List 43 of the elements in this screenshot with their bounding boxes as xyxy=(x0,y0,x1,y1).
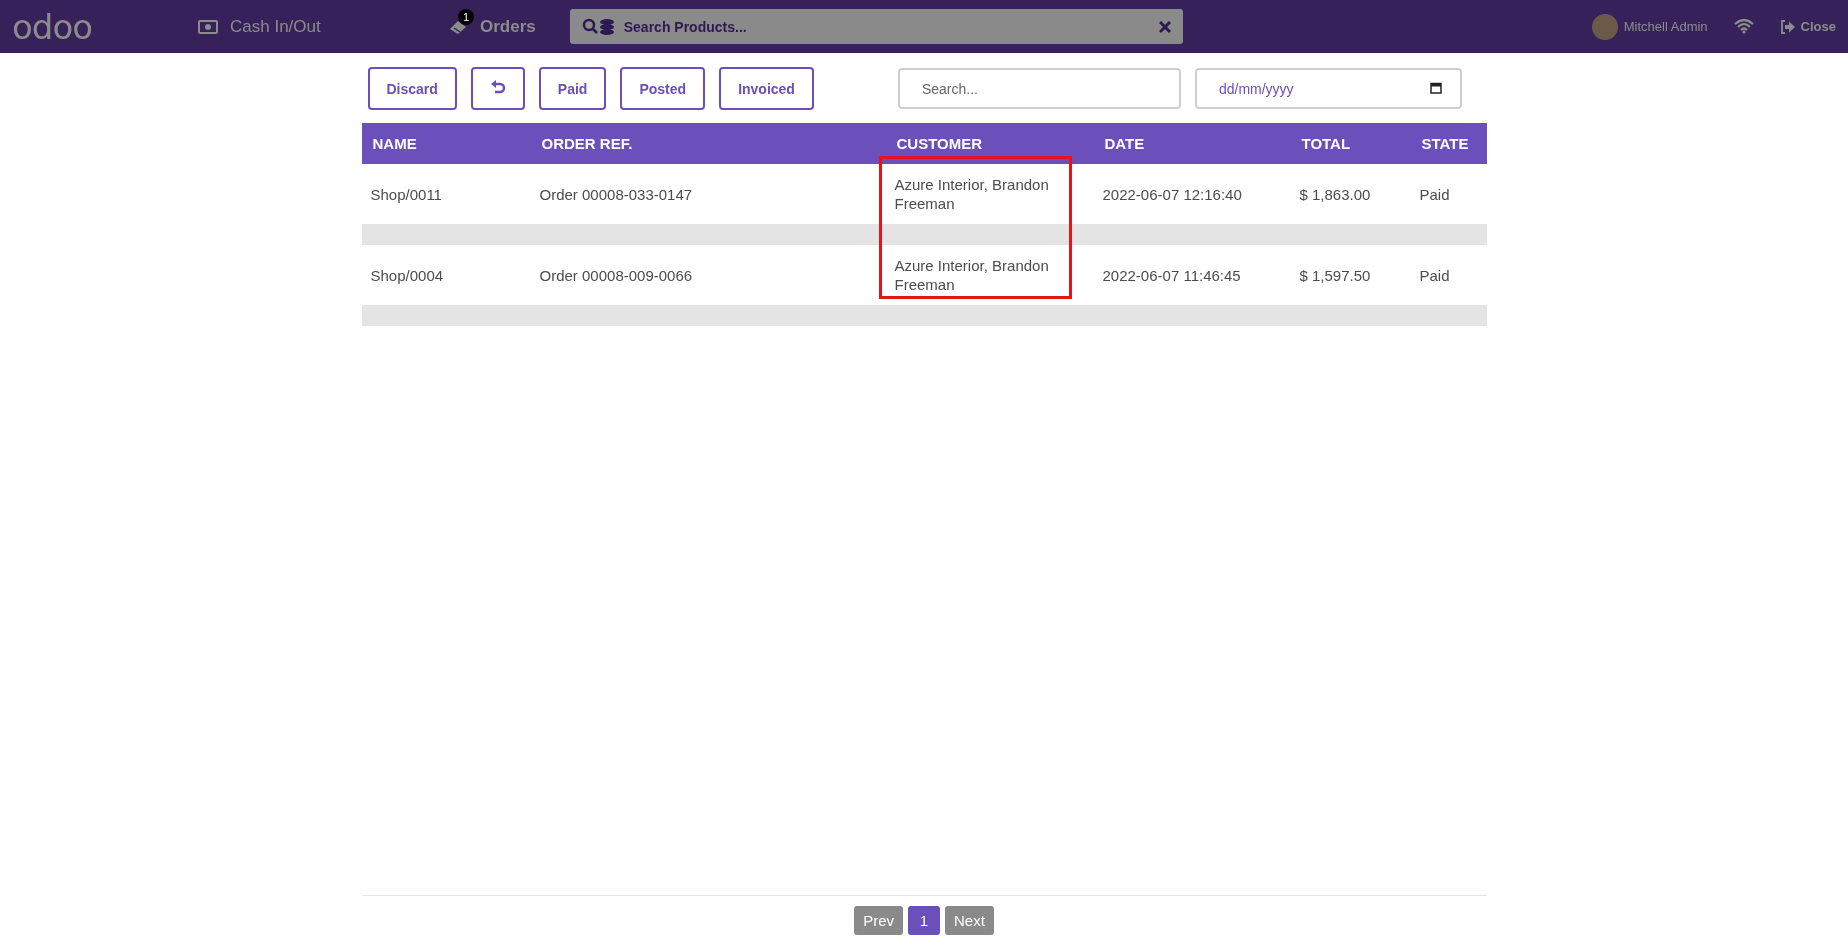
table-cell: Paid xyxy=(1419,185,1450,203)
search-field[interactable]: Search... xyxy=(897,68,1181,109)
page-button[interactable]: 1 xyxy=(908,906,940,935)
table-cell: Order 00008-009-0066 xyxy=(539,266,693,284)
column-header: STATE xyxy=(1420,135,1470,152)
table-cell: Azure Interior, Brandon Freeman xyxy=(894,257,1049,293)
wifi-icon xyxy=(1733,19,1754,34)
undo-button[interactable] xyxy=(470,67,525,110)
table-cell: Shop/0011 xyxy=(370,185,442,203)
undo-icon xyxy=(489,80,506,94)
table-cell: 2022-06-07 11:46:45 xyxy=(1102,266,1241,284)
filter-button[interactable]: Paid xyxy=(538,67,607,110)
search-icon xyxy=(581,17,616,36)
table-cell: Paid xyxy=(1419,266,1450,284)
banknote-icon xyxy=(198,19,218,34)
prev-button[interactable]: Prev xyxy=(854,906,903,935)
product-search-bar[interactable]: Search Products... xyxy=(569,9,1183,44)
table-cell: $ 1,863.00 xyxy=(1299,185,1371,203)
logo[interactable]: odoo xyxy=(12,9,198,44)
column-header: DATE xyxy=(1103,135,1146,152)
column-header: ORDER REF. xyxy=(540,135,634,152)
table-cell: 2022-06-07 12:16:40 xyxy=(1102,185,1242,203)
user-name: Mitchell Admin xyxy=(1623,19,1708,34)
column-header: CUSTOMER xyxy=(895,135,984,152)
product-search-field[interactable]: Search Products... xyxy=(621,17,1153,36)
order-count-badge: 1 xyxy=(458,8,474,25)
column-header: NAME xyxy=(371,135,418,152)
table-cell: Shop/0004 xyxy=(370,266,444,284)
column-header: TOTAL xyxy=(1300,135,1352,152)
sign-out-icon xyxy=(1779,19,1796,34)
date-field[interactable]: dd/mm/yyyy xyxy=(1194,68,1462,109)
close-button[interactable]: Close xyxy=(1779,19,1836,34)
filter-button[interactable]: Invoiced xyxy=(719,67,814,110)
next-button[interactable]: Next xyxy=(945,906,994,935)
table-cell: Order 00008-033-0147 xyxy=(539,185,693,203)
filter-button[interactable]: Discard xyxy=(367,67,457,110)
cash-in-out-button[interactable]: Cash In/Out xyxy=(198,16,448,37)
calendar-icon[interactable] xyxy=(1429,82,1442,94)
table-cell: Azure Interior, Brandon Freeman xyxy=(894,176,1049,212)
close-icon[interactable] xyxy=(1158,20,1171,33)
table-cell: $ 1,597.50 xyxy=(1299,266,1371,284)
filter-button[interactable]: Posted xyxy=(620,67,706,110)
user-avatar xyxy=(1591,13,1618,40)
